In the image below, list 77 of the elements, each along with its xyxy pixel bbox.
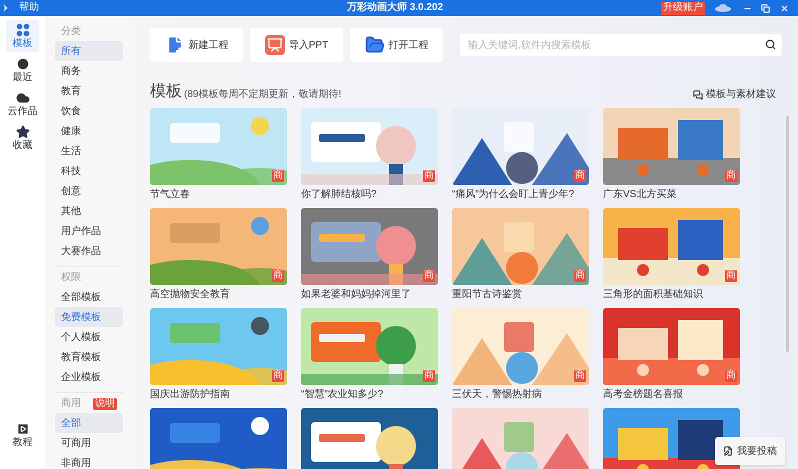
filter-item[interactable]: 生活 — [55, 141, 123, 161]
slides-icon — [264, 35, 285, 55]
template-title[interactable]: 高考金榜题名喜报 — [603, 388, 683, 402]
template-title[interactable]: 节气立春 — [150, 188, 190, 202]
template-title[interactable]: “痛风”为什么会盯上青少年? — [452, 188, 574, 202]
filter-heading: 分类 — [61, 26, 81, 36]
close-icon[interactable] — [780, 4, 789, 12]
filter-item[interactable]: 商务 — [55, 61, 123, 81]
grid-icon — [16, 23, 30, 37]
commercial-badge: 商 — [725, 270, 737, 282]
filter-item[interactable]: 教育 — [55, 81, 123, 101]
scrollbar-thumb[interactable] — [786, 116, 789, 352]
info-badge[interactable]: 说明 — [93, 398, 117, 410]
commercial-badge: 商 — [725, 170, 737, 182]
filter-item[interactable]: 饮食 — [55, 101, 123, 121]
filter-item[interactable]: 非商用 — [55, 453, 123, 469]
filter-item[interactable]: 创意 — [55, 181, 123, 201]
filter-item[interactable]: 科技 — [55, 161, 123, 181]
star-icon — [16, 125, 30, 139]
filter-heading: 商用 — [61, 398, 81, 408]
nav-item[interactable]: 模板 — [6, 20, 39, 52]
commercial-badge: 商 — [423, 370, 435, 382]
template-title[interactable]: 高空抛物安全教育 — [150, 288, 230, 302]
template-title[interactable]: 国庆出游防护指南 — [150, 388, 230, 402]
commercial-badge: 商 — [272, 170, 284, 182]
commercial-badge: 商 — [423, 170, 435, 182]
commercial-badge: 商 — [272, 370, 284, 382]
filter-heading: 权限 — [61, 272, 81, 282]
filter-item[interactable]: 免费模板 — [55, 307, 123, 327]
filter-item[interactable]: 企业模板 — [55, 367, 123, 387]
action-button[interactable]: 导入PPT — [250, 28, 343, 62]
folder-icon — [364, 35, 384, 55]
cloud-icon — [16, 91, 30, 105]
action-button[interactable]: 新建工程 — [150, 28, 243, 62]
template-title[interactable]: 你了解肺结核吗? — [301, 188, 377, 202]
section-subtitle: (89模板每周不定期更新，敬请期待! — [184, 90, 342, 100]
edit-file-icon — [723, 446, 733, 456]
help-menu[interactable]: 帮助 — [19, 3, 39, 13]
commercial-badge: 商 — [725, 370, 737, 382]
commercial-badge: 商 — [574, 370, 586, 382]
logo-icon — [3, 4, 8, 12]
filter-item[interactable]: 大赛作品 — [55, 241, 123, 261]
commercial-badge: 商 — [574, 270, 586, 282]
suggestion-link[interactable]: 模板与素材建议 — [693, 90, 776, 100]
filter-item[interactable]: 其他 — [55, 201, 123, 221]
nav-item[interactable]: 最近 — [6, 54, 39, 86]
section-title: 模板 — [150, 84, 182, 100]
commercial-badge: 商 — [574, 170, 586, 182]
filter-item[interactable]: 可商用 — [55, 433, 123, 453]
filter-item[interactable]: 所有 — [55, 41, 123, 61]
window-title: 万彩动画大师 3.0.202 — [346, 3, 444, 13]
filter-item[interactable]: 教育模板 — [55, 347, 123, 367]
submit-button[interactable]: 我要投稿 — [715, 437, 785, 465]
template-title[interactable]: 广东VS北方买菜 — [603, 188, 676, 202]
nav-item[interactable]: 云作品 — [6, 88, 39, 120]
commercial-badge: 商 — [423, 270, 435, 282]
search-field[interactable]: 输入关键词,软件内搜索模板 — [460, 34, 782, 56]
template-title[interactable]: 如果老婆和妈妈掉河里了 — [301, 288, 411, 302]
commercial-badge: 商 — [272, 270, 284, 282]
messages-icon — [693, 90, 703, 100]
filter-item[interactable]: 全部模板 — [55, 287, 123, 307]
action-button[interactable]: 打开工程 — [350, 28, 443, 62]
filter-item[interactable]: 健康 — [55, 121, 123, 141]
template-title[interactable]: “智慧”农业知多少? — [301, 388, 384, 402]
filter-item[interactable]: 个人模板 — [55, 327, 123, 347]
play-icon — [16, 422, 30, 436]
template-title[interactable]: 三角形的面积基础知识 — [603, 288, 703, 302]
nav-item[interactable]: 教程 — [6, 419, 39, 451]
template-title[interactable]: 三伏天，警惕热射病 — [452, 388, 542, 402]
restore-icon[interactable] — [761, 4, 770, 12]
filter-item[interactable]: 用户作品 — [55, 221, 123, 241]
search-icon[interactable] — [765, 39, 776, 50]
template-title[interactable]: 重阳节古诗鉴赏 — [452, 288, 522, 302]
cloud-icon[interactable] — [714, 4, 732, 12]
filter-item[interactable]: 全部 — [55, 413, 123, 433]
nav-item[interactable]: 收藏 — [6, 122, 39, 154]
upgrade-account-button[interactable]: 升级账户 — [661, 2, 705, 14]
